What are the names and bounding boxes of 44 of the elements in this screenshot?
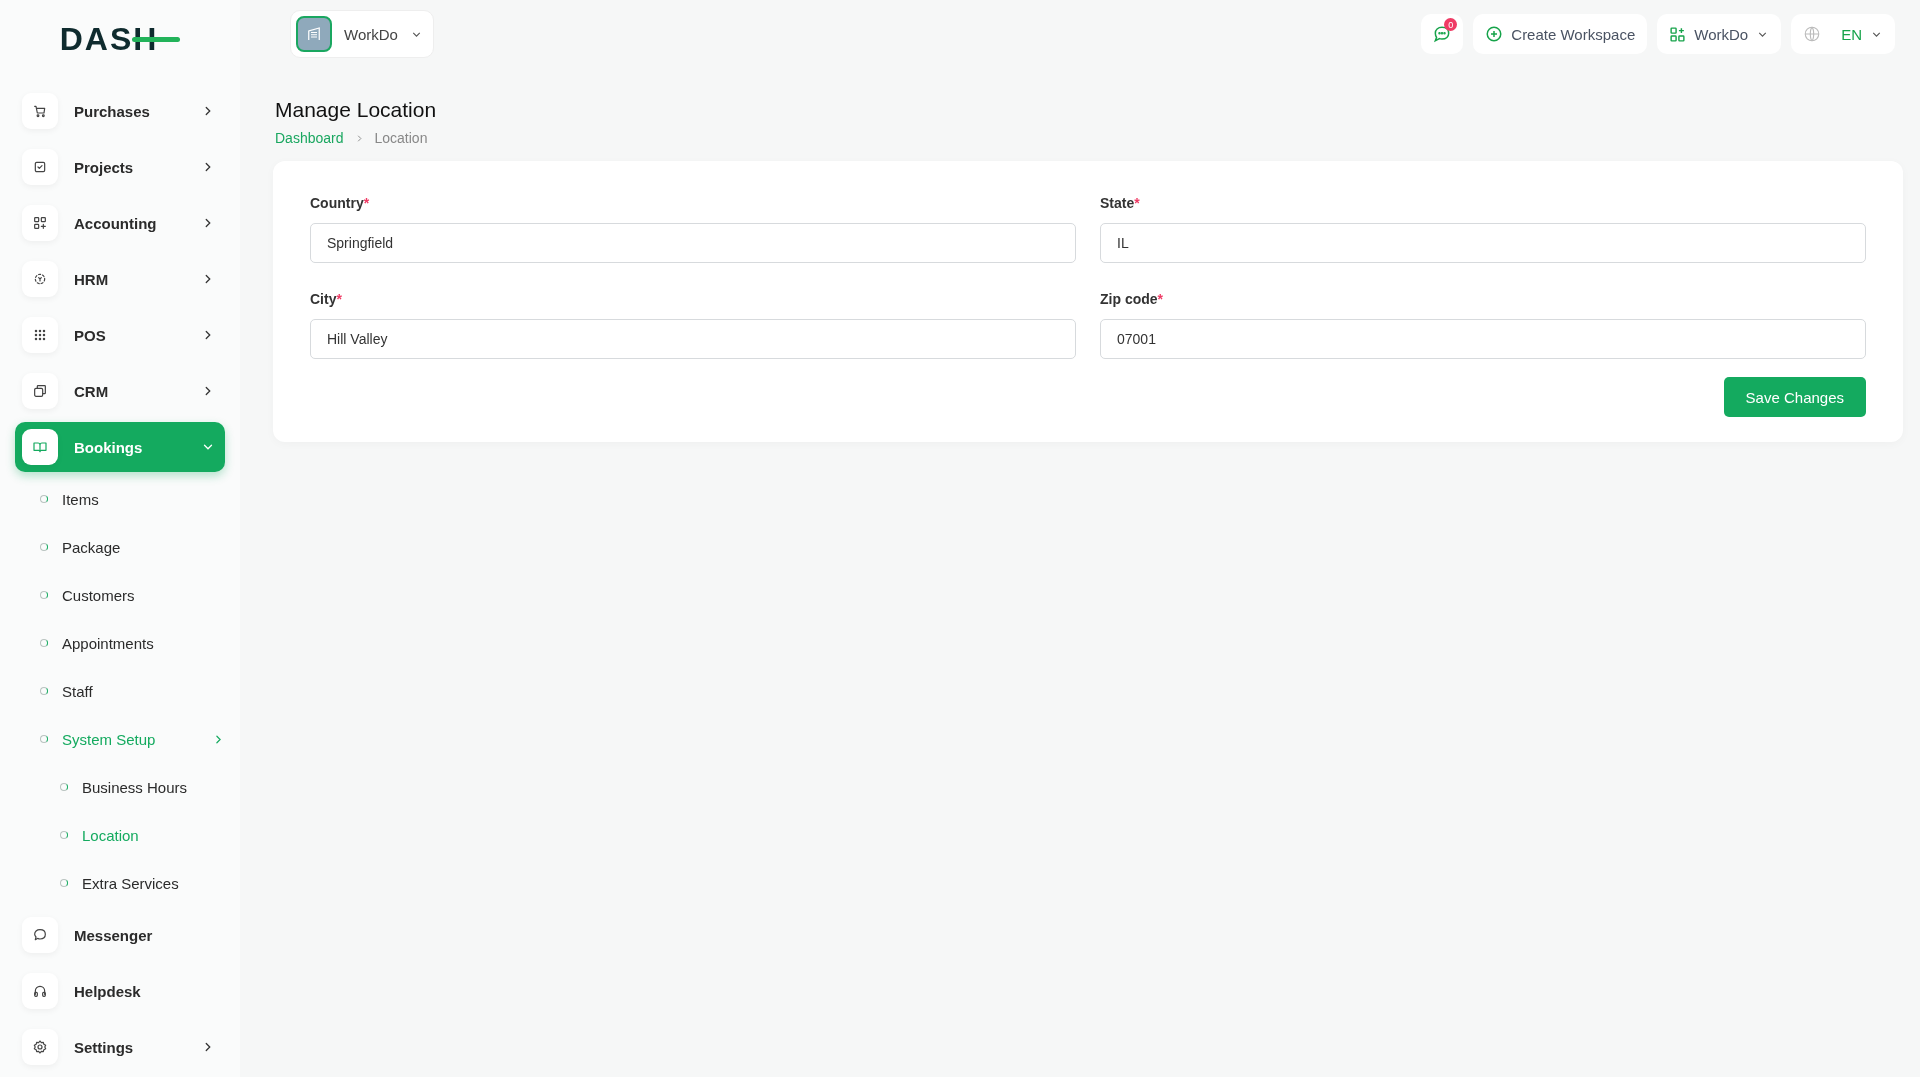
chat-icon xyxy=(22,917,58,953)
building-icon xyxy=(296,16,332,52)
dots-icon xyxy=(22,317,58,353)
book-icon xyxy=(22,429,58,465)
field-label: Country* xyxy=(310,195,371,211)
sidebar-item[interactable]: Helpdesk xyxy=(15,966,225,1016)
input-field[interactable]: 07001 xyxy=(1100,319,1866,359)
workspace-dropdown[interactable]: WorkDo xyxy=(290,10,434,58)
crm-icon xyxy=(22,373,58,409)
sidebar-subitem[interactable]: Appointments xyxy=(0,619,225,667)
field-label: Zip code* xyxy=(1100,291,1164,307)
check-icon xyxy=(22,149,58,185)
create-workspace-button[interactable]: Create Workspace xyxy=(1473,14,1648,54)
page-title: Manage Location xyxy=(275,98,438,122)
sidebar-item[interactable]: Projects xyxy=(15,142,225,192)
sidebar-item[interactable]: HRM xyxy=(15,254,225,304)
sidebar-subitem[interactable]: Extra Services xyxy=(0,859,225,907)
field-label: City* xyxy=(310,291,343,307)
headset-icon xyxy=(22,973,58,1009)
sidebar-item[interactable]: Purchases xyxy=(15,86,225,136)
input-field[interactable]: Hill Valley xyxy=(310,319,1076,359)
sidebar-subitem[interactable]: Package xyxy=(0,523,225,571)
sidebar-subitem[interactable]: Staff xyxy=(0,667,225,715)
gear-icon xyxy=(22,1029,58,1065)
sidebar-item[interactable]: CRM xyxy=(15,366,225,416)
sidebar-item[interactable]: POS xyxy=(15,310,225,360)
sidebar-item[interactable]: Accounting xyxy=(15,198,225,248)
workspace-menu-button[interactable]: WorkDo xyxy=(1657,14,1782,54)
sidebar-item[interactable]: Settings xyxy=(15,1022,225,1072)
input-field[interactable]: Springfield xyxy=(310,223,1076,263)
sidebar-subitem[interactable]: Customers xyxy=(0,571,225,619)
grid-icon xyxy=(22,205,58,241)
cart-icon xyxy=(22,93,58,129)
apps-icon xyxy=(1669,25,1687,43)
hrm-icon xyxy=(22,261,58,297)
input-field[interactable]: IL xyxy=(1100,223,1866,263)
messages-button[interactable]: 0 xyxy=(1421,14,1464,54)
sidebar-subitem[interactable]: Business Hours xyxy=(0,763,225,811)
plus-circle-icon xyxy=(1485,25,1504,43)
field-label: State* xyxy=(1100,195,1141,211)
sidebar-item[interactable]: Messenger xyxy=(15,910,225,960)
globe-icon xyxy=(1803,25,1822,43)
notification-badge: 0 xyxy=(1444,18,1458,31)
sidebar-subitem[interactable]: Items xyxy=(0,475,225,523)
